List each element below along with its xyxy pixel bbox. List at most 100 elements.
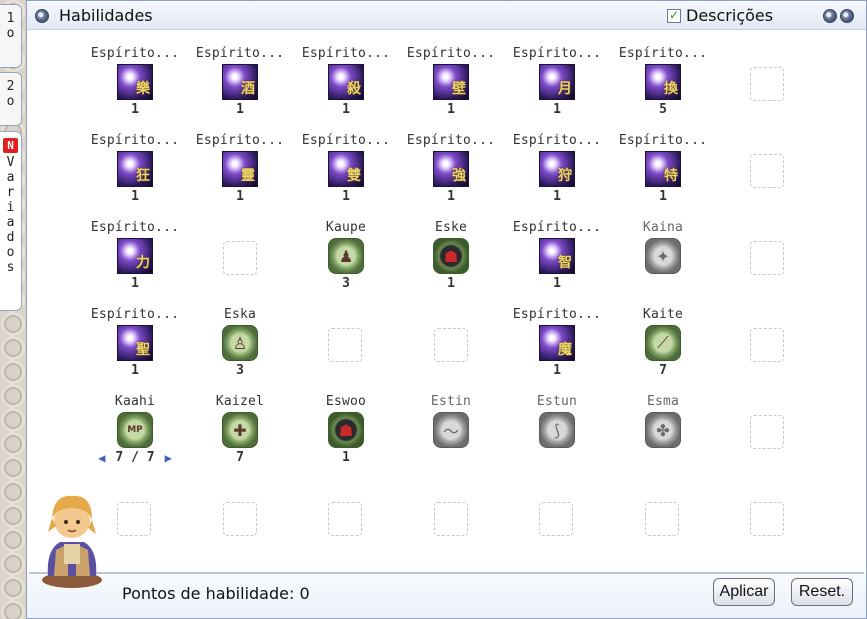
eske-icon[interactable]: ☗ (433, 238, 469, 274)
skill-level (505, 450, 609, 466)
skill-name: Espírito... (406, 46, 496, 61)
estin-icon[interactable]: 〜 (433, 412, 469, 448)
window-icon[interactable] (35, 9, 49, 23)
spirit-skill-icon[interactable]: 雙 (328, 151, 364, 187)
footer-bar: Pontos de habilidade: 0 Aplicar Reset. (27, 574, 866, 618)
descriptions-checkbox[interactable]: ✓ (667, 8, 681, 23)
skill-name: Espírito... (195, 133, 285, 148)
skill-slot[interactable]: Espírito... 靈 1 (188, 133, 292, 205)
empty-skill-slot (750, 415, 784, 449)
tab-variados-char: a (6, 215, 15, 230)
character-sprite (42, 495, 102, 588)
kaahi-icon[interactable]: MP (117, 412, 153, 448)
skill-level: 1 (131, 189, 139, 204)
eswoo-icon[interactable]: ☗ (328, 412, 364, 448)
skill-slot[interactable]: Espírito... 殺 1 (294, 46, 398, 118)
tab-first-class[interactable]: 1 o (0, 4, 22, 68)
spirit-skill-icon[interactable]: 殺 (328, 64, 364, 100)
skill-slot[interactable]: Espírito... 樂 1 (83, 46, 187, 118)
skill-slot[interactable]: Espírito... 酒 1 (188, 46, 292, 118)
skill-slot[interactable]: Espírito... 聖 1 (83, 307, 187, 379)
esma-icon[interactable]: ✤ (645, 412, 681, 448)
left-arrow-icon[interactable]: ◀ (98, 450, 105, 466)
skill-kanji: 魔 (558, 342, 572, 358)
skill-slot[interactable]: Kaina ✦ (611, 220, 715, 292)
shield-glyph: ⟋ (657, 333, 669, 352)
estun-icon[interactable]: ⟆ (539, 412, 575, 448)
empty-skill-slot (328, 502, 362, 536)
skill-slot[interactable]: Espírito... 強 1 (399, 133, 503, 205)
spirit-skill-icon[interactable]: 酒 (222, 64, 258, 100)
skill-level: 7 (236, 450, 244, 465)
skill-slot[interactable]: Espírito... 特 1 (611, 133, 715, 205)
skill-name: Eswoo (325, 394, 367, 409)
skill-kanji: 壁 (452, 81, 466, 97)
spirit-skill-icon[interactable]: 狩 (539, 151, 575, 187)
star-glyph: ✤ (656, 420, 670, 440)
skill-slot[interactable]: Kaupe ♟ 3 (294, 220, 398, 292)
skill-slot[interactable]: Espírito... 力 1 (83, 220, 187, 292)
skill-name: Espírito... (90, 220, 180, 235)
skill-slot[interactable]: Espírito... 月 1 (505, 46, 609, 118)
mp-glyph: MP (127, 425, 143, 435)
reset-button[interactable]: Reset. (791, 578, 853, 606)
tab-variados-char: r (6, 185, 15, 200)
skill-kanji: 狩 (558, 168, 572, 184)
skill-slot[interactable]: Espírito... 魔 1 (505, 307, 609, 379)
spirit-skill-icon[interactable]: 強 (433, 151, 469, 187)
tab-second-class[interactable]: 2 o (0, 72, 22, 126)
skill-name: Espírito... (301, 46, 391, 61)
skill-slot[interactable]: Espírito... 雙 1 (294, 133, 398, 205)
kaite-icon[interactable]: ⟋ (645, 325, 681, 361)
spirit-skill-icon[interactable]: 魔 (539, 325, 575, 361)
eska-icon[interactable]: ♙ (222, 325, 258, 361)
spirit-skill-icon[interactable]: 月 (539, 64, 575, 100)
figure-glyph: ♙ (232, 333, 248, 353)
kaupe-icon[interactable]: ♟ (328, 238, 364, 274)
skill-slot[interactable]: Espírito... 智 1 (505, 220, 609, 292)
skill-slot[interactable]: Estun ⟆ (505, 394, 609, 466)
spirit-skill-icon[interactable]: 壁 (433, 64, 469, 100)
skill-slot[interactable]: Estin 〜 (399, 394, 503, 466)
skill-slot[interactable]: Eske ☗ 1 (399, 220, 503, 292)
spirit-skill-icon[interactable]: 換 (645, 64, 681, 100)
descriptions-toggle[interactable]: ✓ Descrições (667, 6, 773, 25)
skill-name: Espírito... (90, 307, 180, 322)
cross-glyph: ✚ (233, 420, 247, 440)
empty-skill-slot (750, 154, 784, 188)
skill-name: Kaupe (325, 220, 367, 235)
spirit-skill-icon[interactable]: 智 (539, 238, 575, 274)
tab-variados[interactable]: N V a r i a d o s (0, 131, 22, 311)
wind-glyph: ⟆ (553, 420, 561, 440)
skill-slot[interactable]: Kaizel ✚ 7 (188, 394, 292, 466)
apply-button[interactable]: Aplicar (713, 578, 775, 606)
spirit-skill-icon[interactable]: 狂 (117, 151, 153, 187)
skill-name: Espírito... (618, 46, 708, 61)
tab-variados-char: V (6, 155, 15, 170)
spirit-skill-icon[interactable]: 聖 (117, 325, 153, 361)
spirit-skill-icon[interactable]: 特 (645, 151, 681, 187)
skill-slot[interactable]: Espírito... 狩 1 (505, 133, 609, 205)
tab-first-class-char2: o (6, 26, 15, 41)
skill-slot[interactable]: Kaahi MP ◀ 7 / 7 ▶ (83, 394, 187, 466)
skill-name: Kaina (642, 220, 684, 235)
empty-skill-slot (539, 502, 573, 536)
skill-slot[interactable]: Kaite ⟋ 7 (611, 307, 715, 379)
skill-slot[interactable]: Espírito... 壁 1 (399, 46, 503, 118)
spirit-skill-icon[interactable]: 靈 (222, 151, 258, 187)
skill-slot[interactable]: Eska ♙ 3 (188, 307, 292, 379)
skill-slot[interactable]: Esma ✤ (611, 394, 715, 466)
skill-slot[interactable]: Espírito... 狂 1 (83, 133, 187, 205)
spirit-skill-icon[interactable]: 力 (117, 238, 153, 274)
close-icon[interactable] (840, 9, 854, 23)
minimize-icon[interactable] (823, 9, 837, 23)
right-arrow-icon[interactable]: ▶ (165, 450, 172, 466)
kaina-icon[interactable]: ✦ (645, 238, 681, 274)
skill-slot[interactable]: Espírito... 換 5 (611, 46, 715, 118)
skill-level: 1 (342, 450, 350, 465)
skill-slot[interactable]: Eswoo ☗ 1 (294, 394, 398, 466)
kaizel-icon[interactable]: ✚ (222, 412, 258, 448)
skill-level: 1 (659, 189, 667, 204)
title-bar[interactable]: Habilidades ✓ Descrições (27, 1, 866, 30)
spirit-skill-icon[interactable]: 樂 (117, 64, 153, 100)
